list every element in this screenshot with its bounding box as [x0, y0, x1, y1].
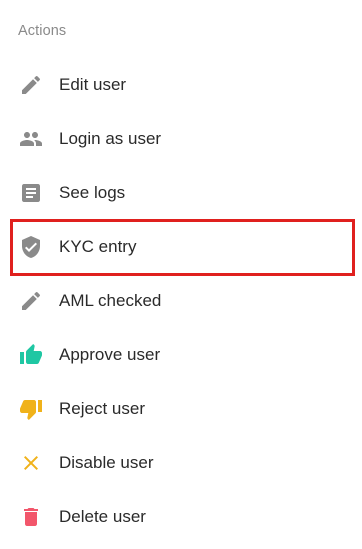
delete-user-action[interactable]: Delete user: [0, 490, 362, 544]
kyc-entry-action[interactable]: KYC entry: [0, 220, 362, 274]
shield-check-icon: [19, 235, 43, 259]
see-logs-action[interactable]: See logs: [0, 166, 362, 220]
thumb-up-icon: [19, 343, 43, 367]
action-label: Edit user: [59, 75, 127, 94]
people-icon: [19, 127, 43, 151]
action-label: Delete user: [59, 507, 146, 526]
aml-checked-action[interactable]: AML checked: [0, 274, 362, 328]
document-icon: [19, 181, 43, 205]
action-label: Login as user: [59, 129, 162, 148]
close-icon: [19, 451, 43, 475]
reject-user-action[interactable]: Reject user: [0, 382, 362, 436]
edit-user-action[interactable]: Edit user: [0, 58, 362, 112]
pencil-icon: [19, 289, 43, 313]
pencil-icon: [19, 73, 43, 97]
action-label: Reject user: [59, 399, 145, 418]
action-label: KYC entry: [59, 237, 137, 256]
action-label: AML checked: [59, 291, 162, 310]
approve-user-action[interactable]: Approve user: [0, 328, 362, 382]
section-title: Actions: [18, 23, 67, 39]
actions-panel: Actions Edit user Login as user See logs: [0, 0, 362, 549]
trash-icon: [19, 505, 43, 529]
action-list: Edit user Login as user See logs KYC ent…: [0, 58, 362, 544]
disable-user-action[interactable]: Disable user: [0, 436, 362, 490]
thumb-down-icon: [19, 397, 43, 421]
action-label: Approve user: [59, 345, 161, 364]
action-label: See logs: [59, 183, 126, 202]
login-as-user-action[interactable]: Login as user: [0, 112, 362, 166]
action-label: Disable user: [59, 453, 154, 472]
